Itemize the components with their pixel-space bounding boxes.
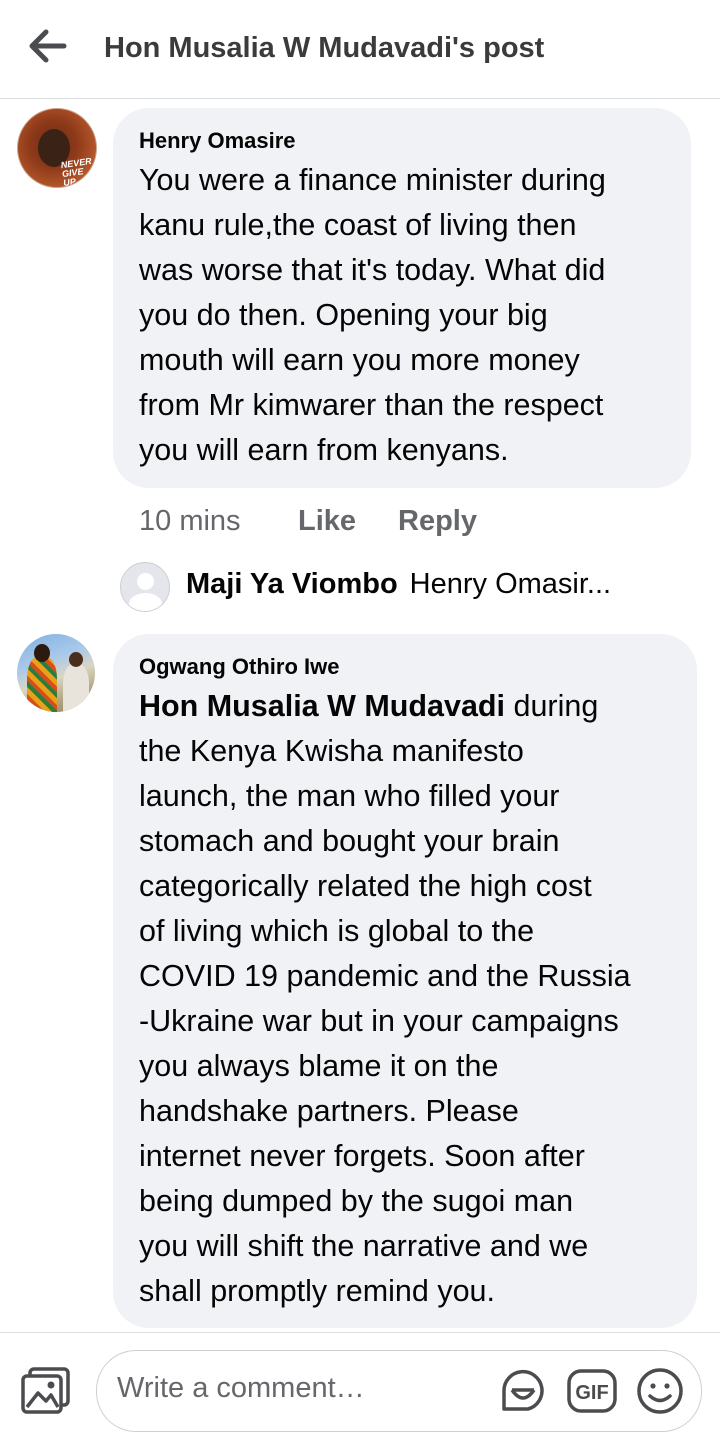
avatar-person-head bbox=[69, 652, 83, 667]
reply-author: Maji Ya Viombo bbox=[186, 568, 398, 600]
photo-icon bbox=[21, 1367, 70, 1414]
gif-icon: GIF bbox=[567, 1369, 617, 1413]
arrow-left-icon bbox=[29, 29, 67, 63]
page-title: Hon Musalia W Mudavadi's post bbox=[104, 32, 545, 64]
reply-snippet: Henry Omasir... bbox=[409, 568, 612, 600]
add-photo-button[interactable] bbox=[20, 1365, 72, 1415]
mention-link[interactable]: Hon Musalia W Mudavadi bbox=[139, 689, 505, 723]
avatar-person bbox=[63, 664, 89, 712]
avatar-henry-omasire[interactable]: NEVER GIVE UP bbox=[17, 108, 97, 188]
comment-bubble[interactable]: Ogwang Othiro Iwe Hon Musalia W Mudavadi… bbox=[113, 634, 697, 1328]
svg-text:GIF: GIF bbox=[575, 1382, 608, 1404]
back-button[interactable] bbox=[26, 28, 70, 64]
comment-text: Hon Musalia W Mudavadi during the Kenya … bbox=[139, 684, 689, 1314]
avatar-ogwang-othiro-iwe[interactable] bbox=[17, 634, 95, 712]
avatar-head bbox=[137, 573, 154, 590]
comment-author[interactable]: Henry Omasire bbox=[139, 128, 296, 154]
emoji-icon bbox=[637, 1368, 683, 1414]
like-button[interactable]: Like bbox=[298, 505, 356, 538]
avatar-person bbox=[27, 656, 57, 712]
gif-button[interactable]: GIF bbox=[566, 1366, 618, 1416]
comment-input-placeholder: Write a comment… bbox=[117, 1372, 365, 1404]
comment-body: during the Kenya Kwisha manifesto launch… bbox=[139, 689, 631, 1308]
avatar-body bbox=[129, 593, 162, 611]
comment-author[interactable]: Ogwang Othiro Iwe bbox=[139, 654, 339, 680]
comment-bubble[interactable]: Henry Omasire You were a finance ministe… bbox=[113, 108, 691, 488]
reply-button[interactable]: Reply bbox=[398, 505, 477, 538]
comment-timestamp[interactable]: 10 mins bbox=[139, 505, 241, 538]
emoji-button[interactable] bbox=[634, 1366, 686, 1416]
sticker-icon bbox=[502, 1369, 544, 1411]
post-header: Hon Musalia W Mudavadi's post bbox=[0, 0, 720, 99]
default-avatar-icon[interactable] bbox=[120, 562, 170, 612]
reply-preview[interactable]: Maji Ya Viombo Henry Omasir... bbox=[186, 568, 686, 601]
sticker-button[interactable] bbox=[498, 1366, 548, 1416]
avatar-caption: NEVER GIVE UP bbox=[60, 155, 93, 188]
avatar-person-head bbox=[34, 644, 50, 662]
comment-text: You were a finance minister during kanu … bbox=[139, 163, 606, 467]
